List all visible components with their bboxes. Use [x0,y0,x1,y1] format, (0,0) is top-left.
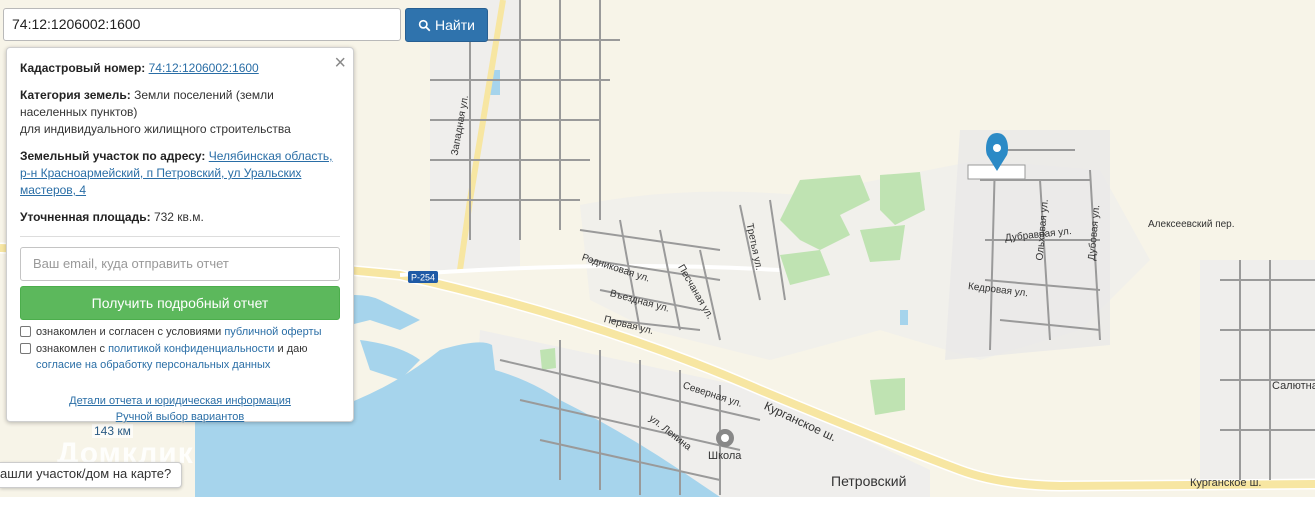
road-shield-label: Р-254 [411,273,435,283]
cadastral-label: Кадастровый номер: [20,61,146,75]
cadastral-row: Кадастровый номер: 74:12:1206002:1600 [20,60,340,77]
panel-footer-links: Детали отчета и юридическая информация Р… [20,393,340,425]
email-field[interactable]: Ваш email, куда отправить отчет [20,247,340,281]
category-label: Категория земель: [20,88,131,102]
privacy-policy-link[interactable]: политикой конфиденциальности [108,343,274,355]
place-label-petrovsky: Петровский [831,473,907,489]
privacy-checkbox[interactable] [20,343,31,354]
privacy-agreement-text: ознакомлен с [36,343,109,355]
parcel-info-panel: × Кадастровый номер: 74:12:1206002:1600 … [6,47,354,425]
area-value: 732 кв.м. [153,210,204,224]
manual-selection-link[interactable]: Ручной выбор вариантов [116,411,244,423]
offer-checkbox[interactable] [20,326,31,337]
street-label-salyutnaya: Салютная [1272,380,1315,392]
panel-divider [20,236,340,237]
river-channel [195,420,215,497]
area-label: Уточненная площадь: [20,210,151,224]
public-offer-link[interactable]: публичной оферты [224,326,321,338]
street-label-kurganskoe-east: Курганское ш. [1190,477,1262,489]
east-town-area [1200,260,1315,480]
cadastral-search-input[interactable]: 74:12:1206002:1600 [3,8,401,41]
km-marker-label: 143 км [92,424,133,438]
search-icon [418,19,431,31]
address-row: Земельный участок по адресу: Челябинская… [20,148,340,199]
search-button-label: Найти [435,17,475,33]
get-report-button[interactable]: Получить подробный отчет [20,286,340,320]
found-parcel-question[interactable]: ашли участок/дом на карте? [0,462,183,488]
area-row: Уточненная площадь: 732 кв.м. [20,209,340,226]
offer-agreement-text: ознакомлен и согласен с условиями [36,326,225,338]
category-use: для индивидуального жилищного строительс… [20,122,291,136]
school-icon [716,429,734,447]
search-button[interactable]: Найти [405,8,488,42]
category-row: Категория земель: Земли поселений (земли… [20,87,340,138]
offer-agreement: ознакомлен и согласен с условиями публич… [20,324,340,340]
close-icon[interactable]: × [334,53,346,73]
street-label-alekseevsky: Алексеевский пер. [1148,219,1235,230]
address-label: Земельный участок по адресу: [20,149,206,163]
cadastral-link[interactable]: 74:12:1206002:1600 [149,61,259,75]
privacy-agreement-mid: и даю [274,343,308,355]
privacy-agreement: ознакомлен с политикой конфиденциальност… [20,341,340,373]
road-shield: Р-254 [408,271,438,283]
personal-data-consent-link[interactable]: согласие на обработку персональных данны… [36,359,270,371]
marker-dot-icon [993,144,1001,152]
report-details-link[interactable]: Детали отчета и юридическая информация [69,395,291,407]
poi-label-school: Школа [708,450,742,462]
